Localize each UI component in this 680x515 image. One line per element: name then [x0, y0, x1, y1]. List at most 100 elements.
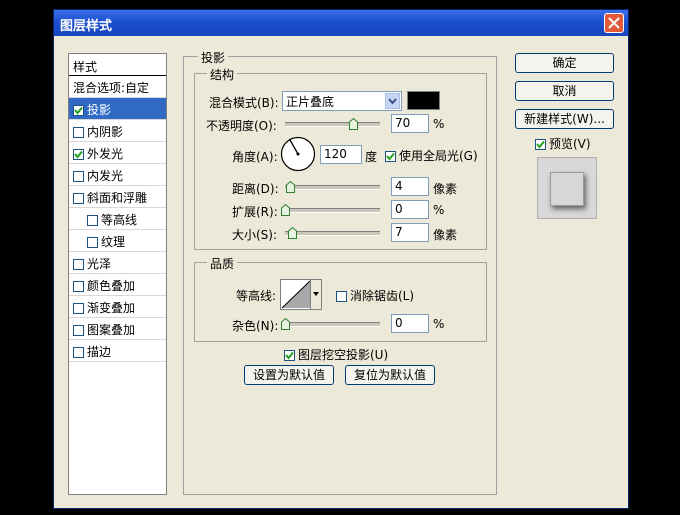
check-icon — [386, 152, 395, 161]
style-checkbox[interactable] — [73, 347, 84, 358]
style-list-label: 内发光 — [87, 169, 124, 183]
title-bar[interactable]: 图层样式 — [54, 10, 628, 36]
style-list-item[interactable]: 光泽 — [69, 252, 166, 274]
cancel-button[interactable]: 取消 — [515, 81, 614, 101]
check-icon — [74, 150, 83, 159]
angle-label: 角度(A): — [232, 150, 278, 164]
opacity-input[interactable]: 70 — [391, 114, 429, 133]
distance-label: 距离(D): — [232, 182, 279, 196]
check-icon — [536, 140, 545, 149]
distance-input[interactable]: 4 — [391, 177, 429, 196]
style-list-item[interactable]: 纹理 — [69, 230, 166, 252]
style-list-label: 等高线 — [101, 213, 138, 227]
style-checkbox[interactable] — [73, 149, 84, 160]
size-slider[interactable] — [285, 227, 380, 239]
style-checkbox[interactable] — [73, 259, 84, 270]
opacity-slider[interactable] — [285, 118, 380, 130]
size-unit: 像素 — [433, 228, 458, 242]
distance-slider-thumb[interactable] — [286, 181, 295, 193]
distance-unit: 像素 — [433, 182, 458, 196]
opacity-label: 不透明度(O): — [206, 119, 277, 133]
style-list-item[interactable]: 颜色叠加 — [69, 274, 166, 296]
style-list-item[interactable]: 图案叠加 — [69, 318, 166, 340]
style-list-item[interactable]: 渐变叠加 — [69, 296, 166, 318]
layer-style-dialog: 图层样式 样式 混合选项:自定 投影内阴影外发光内发光斜面和浮雕等高线纹理光泽颜… — [53, 9, 629, 509]
style-checkbox[interactable] — [73, 281, 84, 292]
preview-swatch — [550, 172, 584, 206]
contour-dropdown[interactable] — [310, 280, 321, 309]
preview-checkbox[interactable] — [535, 139, 546, 150]
style-list-label: 斜面和浮雕 — [87, 191, 148, 205]
style-list-item[interactable]: 内阴影 — [69, 120, 166, 142]
style-list-item[interactable]: 描边 — [69, 340, 166, 362]
size-input[interactable]: 7 — [391, 223, 429, 242]
anti-alias-checkbox[interactable] — [336, 291, 347, 302]
style-list-item[interactable]: 斜面和浮雕 — [69, 186, 166, 208]
blend-mode-value: 正片叠底 — [286, 95, 335, 109]
style-list-label: 图案叠加 — [87, 323, 136, 337]
style-checkbox[interactable] — [73, 193, 84, 204]
noise-slider-thumb[interactable] — [281, 318, 290, 330]
anti-alias-row[interactable]: 消除锯齿(L) — [336, 287, 414, 304]
style-list-item[interactable]: 等高线 — [69, 208, 166, 230]
blend-mode-label: 混合模式(B): — [209, 96, 279, 110]
blend-options-item[interactable]: 混合选项:自定 — [69, 76, 166, 98]
spread-slider[interactable] — [281, 204, 380, 216]
window-title: 图层样式 — [60, 19, 113, 34]
style-list-header[interactable]: 样式 — [69, 54, 166, 76]
ok-button[interactable]: 确定 — [515, 53, 614, 73]
style-list-item[interactable]: 外发光 — [69, 142, 166, 164]
opacity-slider-thumb[interactable] — [349, 118, 358, 130]
style-list-label: 颜色叠加 — [87, 279, 136, 293]
contour-curve-icon — [281, 280, 311, 309]
noise-slider[interactable] — [281, 318, 380, 330]
angle-dial[interactable] — [280, 136, 316, 172]
check-icon — [74, 106, 83, 115]
style-list-item[interactable]: 投影 — [69, 98, 166, 120]
global-light-row[interactable]: 使用全局光(G) — [385, 147, 478, 164]
blend-mode-select[interactable]: 正片叠底 — [282, 91, 402, 111]
opacity-unit: % — [433, 117, 445, 131]
style-list-label: 内阴影 — [87, 125, 124, 139]
knockout-row[interactable]: 图层挖空投影(U) — [284, 346, 388, 363]
style-list-label: 投影 — [87, 103, 112, 117]
structure-title: 结构 — [207, 66, 238, 83]
new-style-button[interactable]: 新建样式(W)... — [515, 109, 614, 129]
spread-slider-thumb[interactable] — [281, 204, 290, 216]
preview-label: 预览(V) — [549, 137, 591, 151]
chevron-down-icon — [388, 98, 397, 105]
style-checkbox[interactable] — [73, 325, 84, 336]
shadow-color-swatch[interactable] — [407, 91, 440, 110]
spread-input[interactable]: 0 — [391, 200, 429, 219]
style-list-label: 渐变叠加 — [87, 301, 136, 315]
make-default-button[interactable]: 设置为默认值 — [244, 365, 334, 385]
drop-shadow-title: 投影 — [198, 49, 229, 66]
preview-checkbox-row[interactable]: 预览(V) — [535, 135, 591, 152]
noise-label: 杂色(N): — [232, 319, 279, 333]
style-preview — [537, 157, 597, 219]
dropdown-arrow[interactable] — [385, 93, 400, 109]
spread-unit: % — [433, 203, 445, 217]
angle-unit: 度 — [365, 150, 378, 164]
style-list-label: 光泽 — [87, 257, 112, 271]
style-checkbox[interactable] — [87, 237, 98, 248]
noise-input[interactable]: 0 — [391, 314, 429, 333]
style-checkbox[interactable] — [73, 171, 84, 182]
size-label: 大小(S): — [232, 228, 278, 242]
knockout-checkbox[interactable] — [284, 350, 295, 361]
chevron-down-icon — [313, 292, 319, 296]
close-button[interactable] — [604, 13, 624, 33]
style-list-item[interactable]: 内发光 — [69, 164, 166, 186]
size-slider-thumb[interactable] — [288, 227, 297, 239]
global-light-checkbox[interactable] — [385, 151, 396, 162]
style-checkbox[interactable] — [73, 303, 84, 314]
anti-alias-label: 消除锯齿(L) — [350, 289, 415, 303]
style-checkbox[interactable] — [73, 105, 84, 116]
style-checkbox[interactable] — [87, 215, 98, 226]
contour-picker[interactable] — [280, 279, 322, 310]
reset-default-button[interactable]: 复位为默认值 — [345, 365, 435, 385]
distance-slider[interactable] — [285, 181, 380, 193]
angle-input[interactable]: 120 — [320, 145, 362, 164]
style-checkbox[interactable] — [73, 127, 84, 138]
contour-label: 等高线: — [236, 289, 277, 303]
